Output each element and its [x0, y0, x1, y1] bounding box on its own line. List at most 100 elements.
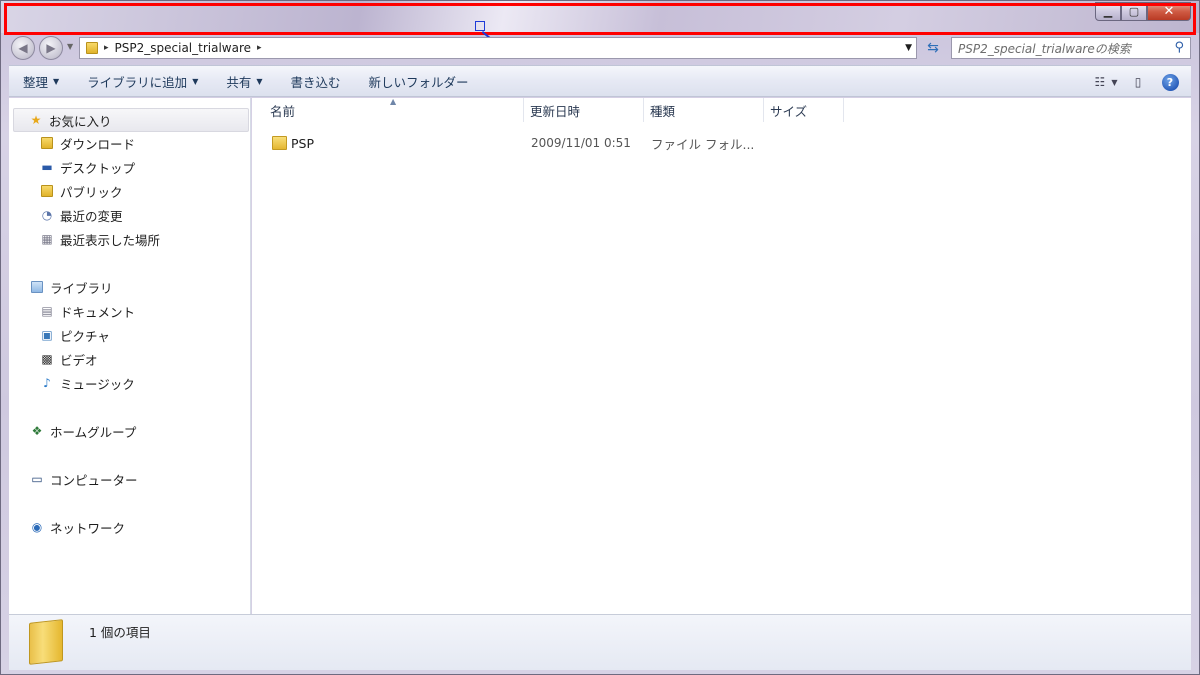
column-header-date[interactable]: 更新日時: [524, 98, 644, 122]
title-bar-highlight: [4, 3, 1196, 35]
column-header-size[interactable]: サイズ: [764, 98, 844, 122]
chevron-down-icon: ▼: [1111, 77, 1118, 87]
file-date: 2009/11/01 0:51: [531, 136, 631, 150]
command-bar: 整理 ▼ ライブラリに追加 ▼ 共有 ▼ 書き込む 新しいフォルダー ☷ ▼ ▯ ?: [9, 65, 1191, 97]
chevron-down-icon: ▼: [192, 76, 199, 86]
share-button[interactable]: 共有 ▼: [212, 72, 276, 91]
table-row[interactable]: PSP 2009/11/01 0:51 ファイル フォル...: [252, 132, 852, 154]
item-count: 1 個の項目: [89, 625, 151, 640]
nav-computer-label: コンピューター: [50, 472, 138, 488]
recent-pages-dropdown-icon[interactable]: ▼: [67, 42, 73, 51]
forward-button[interactable]: ▶: [39, 36, 63, 60]
videos-icon: ▩: [41, 352, 53, 366]
chevron-down-icon: ▼: [53, 76, 60, 86]
file-name: PSP: [291, 135, 315, 151]
help-button[interactable]: ?: [1159, 72, 1181, 92]
back-button[interactable]: ◀: [11, 36, 35, 60]
organize-button[interactable]: 整理 ▼: [9, 72, 73, 91]
nav-recent-changes[interactable]: ◔ 最近の変更: [39, 204, 123, 226]
nav-favorites[interactable]: ★ お気に入り: [13, 108, 249, 132]
address-dropdown-icon[interactable]: ▼: [905, 43, 912, 53]
nav-homegroup[interactable]: ❖ ホームグループ: [29, 420, 137, 442]
nav-homegroup-label: ホームグループ: [50, 424, 137, 440]
nav-libraries[interactable]: ライブラリ: [29, 276, 113, 298]
nav-documents[interactable]: ▤ ドキュメント: [39, 300, 135, 322]
breadcrumb-current-folder[interactable]: PSP2_special_trialware: [115, 41, 251, 55]
back-arrow-icon: ◀: [18, 41, 28, 55]
details-pane: 1 個の項目: [9, 614, 1191, 670]
search-placeholder: PSP2_special_trialwareの検索: [958, 41, 1131, 56]
breadcrumb-chevron-icon[interactable]: ▸: [257, 43, 262, 53]
nav-network[interactable]: ◉ ネットワーク: [29, 516, 125, 538]
nav-recent-places-label: 最近表示した場所: [60, 232, 161, 248]
nav-pictures-label: ピクチャ: [60, 328, 110, 344]
file-type: ファイル フォル...: [651, 136, 755, 152]
refresh-button[interactable]: ⇆: [919, 37, 947, 59]
pictures-icon: ▣: [41, 328, 53, 342]
navigation-pane: ★ お気に入り ダウンロード ▬ デスクトップ パブリック ◔ 最近の変更 ▦ …: [9, 98, 251, 614]
nav-downloads-label: ダウンロード: [60, 136, 136, 152]
recent-changes-icon: ◔: [41, 208, 53, 222]
command-bar-right: ☷ ▼ ▯ ?: [1085, 72, 1181, 92]
nav-public-label: パブリック: [60, 184, 123, 200]
column-date-label: 更新日時: [530, 103, 581, 119]
refresh-icon: ⇆: [927, 40, 939, 56]
preview-pane-button[interactable]: ▯: [1127, 72, 1149, 92]
nav-documents-label: ドキュメント: [60, 304, 136, 320]
organize-label: 整理: [23, 74, 49, 90]
star-icon: ★: [30, 113, 42, 127]
nav-downloads[interactable]: ダウンロード: [39, 132, 135, 154]
column-size-label: サイズ: [770, 103, 808, 119]
new-folder-button[interactable]: 新しいフォルダー: [355, 72, 483, 91]
breadcrumb-chevron-icon[interactable]: ▸: [104, 43, 109, 53]
computer-icon: ▭: [31, 472, 43, 486]
nav-public[interactable]: パブリック: [39, 180, 123, 202]
nav-favorites-label: お気に入り: [49, 113, 112, 129]
homegroup-icon: ❖: [31, 424, 43, 438]
burn-button[interactable]: 書き込む: [277, 72, 355, 91]
forward-arrow-icon: ▶: [46, 41, 56, 55]
nav-videos[interactable]: ▩ ビデオ: [39, 348, 98, 370]
view-options-button[interactable]: ☷ ▼: [1094, 72, 1118, 92]
search-input[interactable]: PSP2_special_trialwareの検索 ⚲: [951, 37, 1191, 59]
nav-recent-places[interactable]: ▦ 最近表示した場所: [39, 228, 160, 250]
explorer-window: ▁ ▢ ✕ ◀ ▶ ▼ ▸ PSP2_special_trialware ▸ ▼…: [0, 0, 1200, 675]
desktop-icon: ▬: [41, 160, 53, 174]
nav-music-label: ミュージック: [60, 376, 135, 392]
nav-computer[interactable]: ▭ コンピューター: [29, 468, 138, 490]
add-to-library-button[interactable]: ライブラリに追加 ▼: [73, 72, 212, 91]
folder-icon: [29, 619, 63, 665]
share-label: 共有: [226, 74, 252, 90]
column-type-label: 種類: [650, 103, 676, 119]
address-bar[interactable]: ▸ PSP2_special_trialware ▸ ▼: [79, 37, 917, 59]
documents-icon: ▤: [41, 304, 53, 318]
sort-ascending-icon: ▲: [390, 97, 397, 106]
column-header-name[interactable]: 名前 ▲: [252, 97, 524, 122]
help-icon: ?: [1161, 73, 1179, 91]
search-icon[interactable]: ⚲: [1174, 40, 1184, 55]
burn-label: 書き込む: [290, 74, 341, 90]
new-folder-label: 新しいフォルダー: [368, 74, 469, 90]
nav-desktop[interactable]: ▬ デスクトップ: [39, 156, 135, 178]
public-folder-icon: [39, 183, 55, 199]
libraries-icon: [29, 279, 45, 295]
music-note-icon: ♪: [43, 376, 51, 390]
preview-pane-icon: ▯: [1134, 75, 1142, 89]
network-icon: ◉: [31, 520, 43, 534]
add-to-library-label: ライブラリに追加: [87, 74, 188, 90]
column-header-type[interactable]: 種類: [644, 98, 764, 122]
nav-pictures[interactable]: ▣ ピクチャ: [39, 324, 110, 346]
file-list[interactable]: 名前 ▲ 更新日時 種類 サイズ PSP 2009/11/01 0:51 ファイ…: [252, 97, 1191, 614]
chevron-down-icon: ▼: [256, 76, 263, 86]
downloads-folder-icon: [39, 135, 55, 151]
cursor-marker: [475, 21, 485, 31]
nav-recent-changes-label: 最近の変更: [60, 208, 123, 224]
nav-network-label: ネットワーク: [50, 520, 126, 536]
folder-icon: [86, 42, 98, 54]
nav-music[interactable]: ♪ ミュージック: [39, 372, 135, 394]
address-row: ◀ ▶ ▼ ▸ PSP2_special_trialware ▸ ▼ ⇆ PSP…: [1, 33, 1199, 63]
nav-videos-label: ビデオ: [60, 352, 98, 368]
view-list-icon: ☷: [1094, 75, 1106, 89]
nav-desktop-label: デスクトップ: [60, 160, 136, 176]
nav-libraries-label: ライブラリ: [50, 280, 113, 296]
